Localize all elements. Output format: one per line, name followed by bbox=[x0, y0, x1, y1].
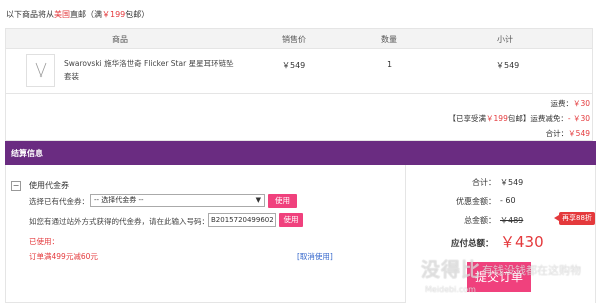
coupon-select-value: -- 选择代金券 -- bbox=[94, 196, 144, 204]
shipping-note-tail: 包邮） bbox=[125, 10, 150, 19]
coupon-code-label: 如您有通过站外方式获得的代金券，请在此输入号码： bbox=[29, 217, 209, 226]
table-row: Swarovski 施华洛世奇 Flicker Star 星星耳环链坠 套装 ￥… bbox=[6, 49, 592, 94]
coupon-select[interactable]: -- 选择代金券 -- ▼ bbox=[90, 194, 265, 207]
free-shipping-suffix: 包邮】运费减免： bbox=[507, 114, 568, 123]
settlement-title: 结算信息 bbox=[11, 149, 43, 158]
product-name-line2[interactable]: 套装 bbox=[64, 70, 234, 83]
pay-total-label: 应付总额： bbox=[451, 239, 494, 249]
settlement-header: 结算信息 bbox=[5, 141, 596, 165]
product-name[interactable]: Swarovski 施华洛世奇 Flicker Star 星星耳环链坠 套装 bbox=[64, 57, 234, 83]
totals-subtotal-label: 合计： bbox=[472, 178, 496, 187]
shipping-discount-value: - ￥30 bbox=[567, 114, 590, 123]
used-coupon-detail: 订单满499元减60元 bbox=[29, 252, 98, 261]
free-shipping-prefix: 【已享受满 bbox=[448, 114, 487, 123]
chevron-down-icon: ▼ bbox=[255, 196, 261, 204]
totals-amount-label: 总金额： bbox=[464, 216, 496, 225]
shipping-fee-line: 运费：￥30 bbox=[449, 96, 590, 111]
product-quantity: 1 bbox=[387, 60, 393, 69]
shipping-discount-line: 【已享受满￥199包邮】运费减免：- ￥30 bbox=[449, 111, 590, 126]
shipping-origin: 美国 bbox=[54, 10, 70, 19]
totals-discount-label: 优惠金额： bbox=[456, 197, 496, 206]
totals-subtotal-row: 合计： ￥549 bbox=[406, 177, 596, 191]
cancel-coupon-link[interactable]: [取消使用] bbox=[297, 251, 333, 262]
shipping-fee-label: 运费： bbox=[550, 99, 573, 108]
shipping-fee-value: ￥30 bbox=[572, 99, 590, 108]
shipping-threshold: ￥199 bbox=[102, 10, 126, 19]
pay-total-value: ￥430 bbox=[500, 233, 544, 251]
watermark-logo: 没得比 bbox=[421, 259, 482, 281]
shipping-note-prefix: 以下商品将从 bbox=[6, 10, 54, 19]
totals-discount-value: - 60 bbox=[500, 196, 516, 205]
use-coupon-button[interactable]: 使用 bbox=[268, 194, 297, 208]
summary-total-label: 合计： bbox=[545, 129, 569, 138]
extra-discount-badge: 再享88折 bbox=[554, 212, 595, 225]
shipping-note-suffix: 直邮（满 bbox=[70, 10, 102, 19]
order-summary: 运费：￥30 【已享受满￥199包邮】运费减免：- ￥30 合计：￥549 bbox=[449, 96, 590, 141]
coupon-code-input[interactable]: B2015720499602 bbox=[208, 213, 276, 227]
watermark-url: Meidebi.com bbox=[425, 285, 476, 294]
totals-subtotal-value: ￥549 bbox=[500, 178, 524, 187]
product-thumbnail[interactable] bbox=[26, 54, 55, 87]
select-coupon-label: 选择已有代金券： bbox=[29, 197, 89, 206]
header-price: 销售价 bbox=[282, 35, 306, 44]
product-name-line1[interactable]: Swarovski 施华洛世奇 Flicker Star 星星耳环链坠 bbox=[64, 57, 234, 70]
earring-icon bbox=[35, 62, 47, 78]
product-price: ￥549 bbox=[282, 61, 306, 70]
apply-code-button[interactable]: 使用 bbox=[279, 213, 303, 227]
watermark-slogan: 有钱没钱都在这购物 bbox=[482, 264, 581, 277]
coupon-title: 使用代金券 bbox=[29, 181, 69, 190]
summary-total-value: ￥549 bbox=[568, 129, 590, 138]
cart-table-header: 商品 销售价 数量 小计 bbox=[6, 29, 592, 49]
header-quantity: 数量 bbox=[381, 35, 397, 44]
summary-total-line: 合计：￥549 bbox=[449, 126, 590, 141]
totals-amount-value: ￥489 bbox=[500, 216, 524, 225]
header-subtotal: 小计 bbox=[497, 35, 513, 44]
totals-discount-row: 优惠金额： - 60 bbox=[406, 196, 596, 210]
coupon-toggle[interactable]: − bbox=[11, 181, 21, 191]
used-coupon-label: 已使用： bbox=[29, 237, 59, 246]
free-shipping-amount: ￥199 bbox=[486, 114, 508, 123]
shipping-note: 以下商品将从美国直邮（满￥199包邮） bbox=[6, 9, 149, 20]
header-product: 商品 bbox=[112, 35, 128, 44]
product-subtotal: ￥549 bbox=[496, 61, 520, 70]
